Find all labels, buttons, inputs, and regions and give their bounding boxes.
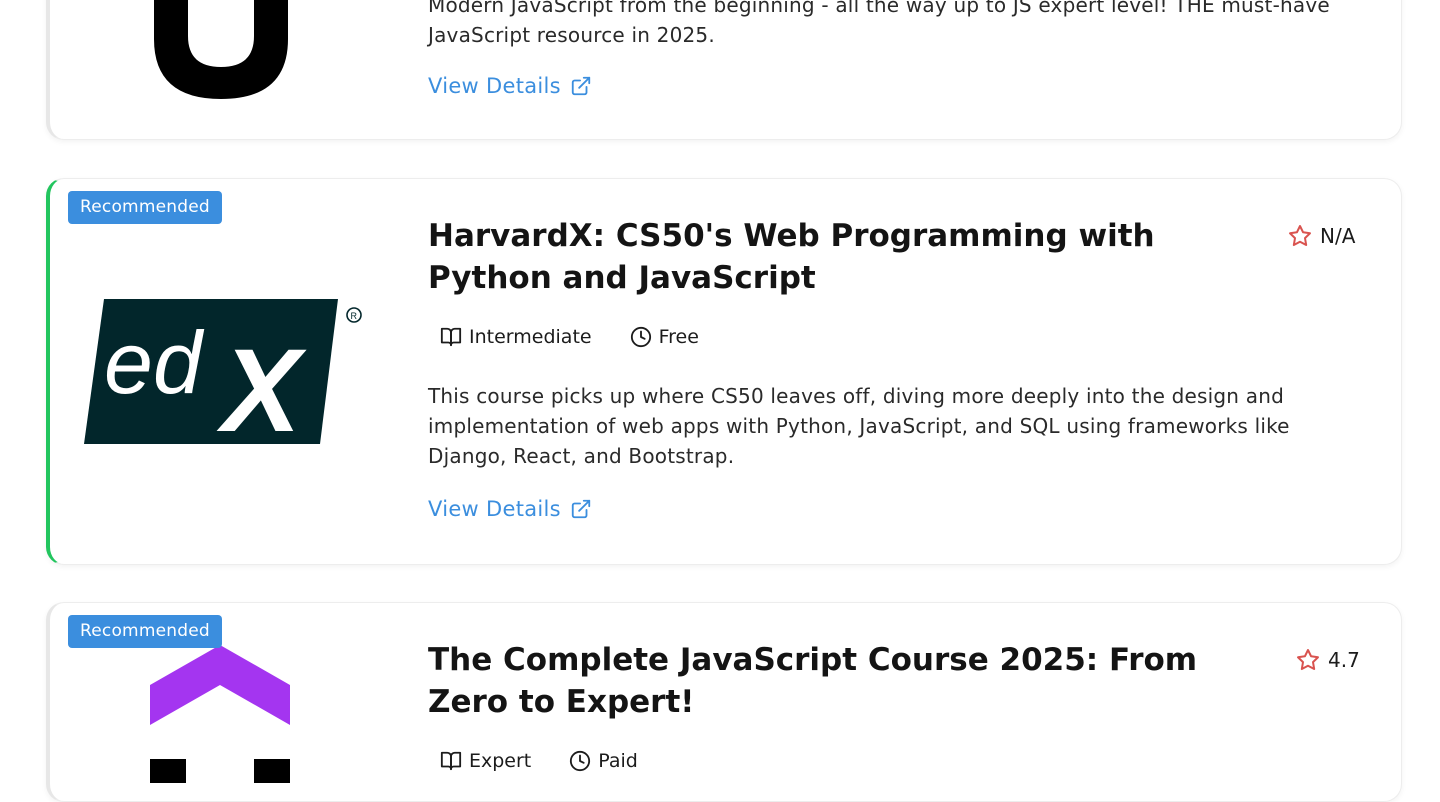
book-open-icon bbox=[440, 751, 462, 771]
external-link-icon bbox=[571, 76, 591, 96]
price-label: Free bbox=[658, 326, 699, 348]
course-title[interactable]: The Complete JavaScript Course 2025: Fro… bbox=[428, 639, 1258, 723]
course-description: This course picks up where CS50 leaves o… bbox=[428, 384, 1290, 468]
price-tag: Paid bbox=[569, 750, 638, 772]
view-details-link[interactable]: View Details bbox=[428, 497, 592, 521]
rating-value: 4.7 bbox=[1328, 648, 1360, 672]
course-card: Recommended The Complete JavaScript Cour… bbox=[46, 602, 1402, 802]
svg-text:X: X bbox=[216, 325, 307, 451]
edx-logo: ed X R bbox=[84, 299, 362, 451]
view-details-label: View Details bbox=[428, 74, 561, 98]
course-meta: Expert Paid bbox=[440, 750, 638, 772]
book-open-icon bbox=[440, 327, 462, 347]
recommended-badge: Recommended bbox=[68, 615, 222, 648]
view-details-label: View Details bbox=[428, 497, 561, 521]
recommended-badge: Recommended bbox=[68, 191, 222, 224]
course-rating: 4.7 bbox=[1296, 648, 1360, 672]
course-description: Modern JavaScript from the beginning - a… bbox=[428, 0, 1330, 47]
price-tag: Free bbox=[630, 326, 699, 348]
clock-icon bbox=[570, 750, 591, 772]
course-title[interactable]: HarvardX: CS50's Web Programming with Py… bbox=[428, 215, 1258, 299]
course-card: Recommended ed X R HarvardX: CS50's Web … bbox=[46, 178, 1402, 565]
course-meta: Intermediate Free bbox=[440, 326, 699, 348]
rating-value: N/A bbox=[1320, 224, 1356, 248]
svg-text:R: R bbox=[351, 311, 358, 321]
clock-icon bbox=[630, 326, 651, 348]
udemy-logo bbox=[154, 0, 288, 99]
price-label: Paid bbox=[598, 750, 638, 772]
course-rating: N/A bbox=[1288, 224, 1355, 248]
udemy-logo bbox=[150, 645, 290, 783]
level-tag: Intermediate bbox=[440, 326, 592, 348]
level-tag: Expert bbox=[440, 750, 531, 772]
course-card: Modern JavaScript from the beginning - a… bbox=[46, 0, 1402, 140]
svg-text:ed: ed bbox=[104, 313, 205, 412]
view-details-link[interactable]: View Details bbox=[428, 74, 592, 98]
level-label: Expert bbox=[469, 750, 532, 772]
star-outline-icon bbox=[1297, 649, 1319, 671]
level-label: Intermediate bbox=[469, 326, 592, 348]
star-outline-icon bbox=[1289, 225, 1311, 247]
external-link-icon bbox=[571, 499, 591, 519]
